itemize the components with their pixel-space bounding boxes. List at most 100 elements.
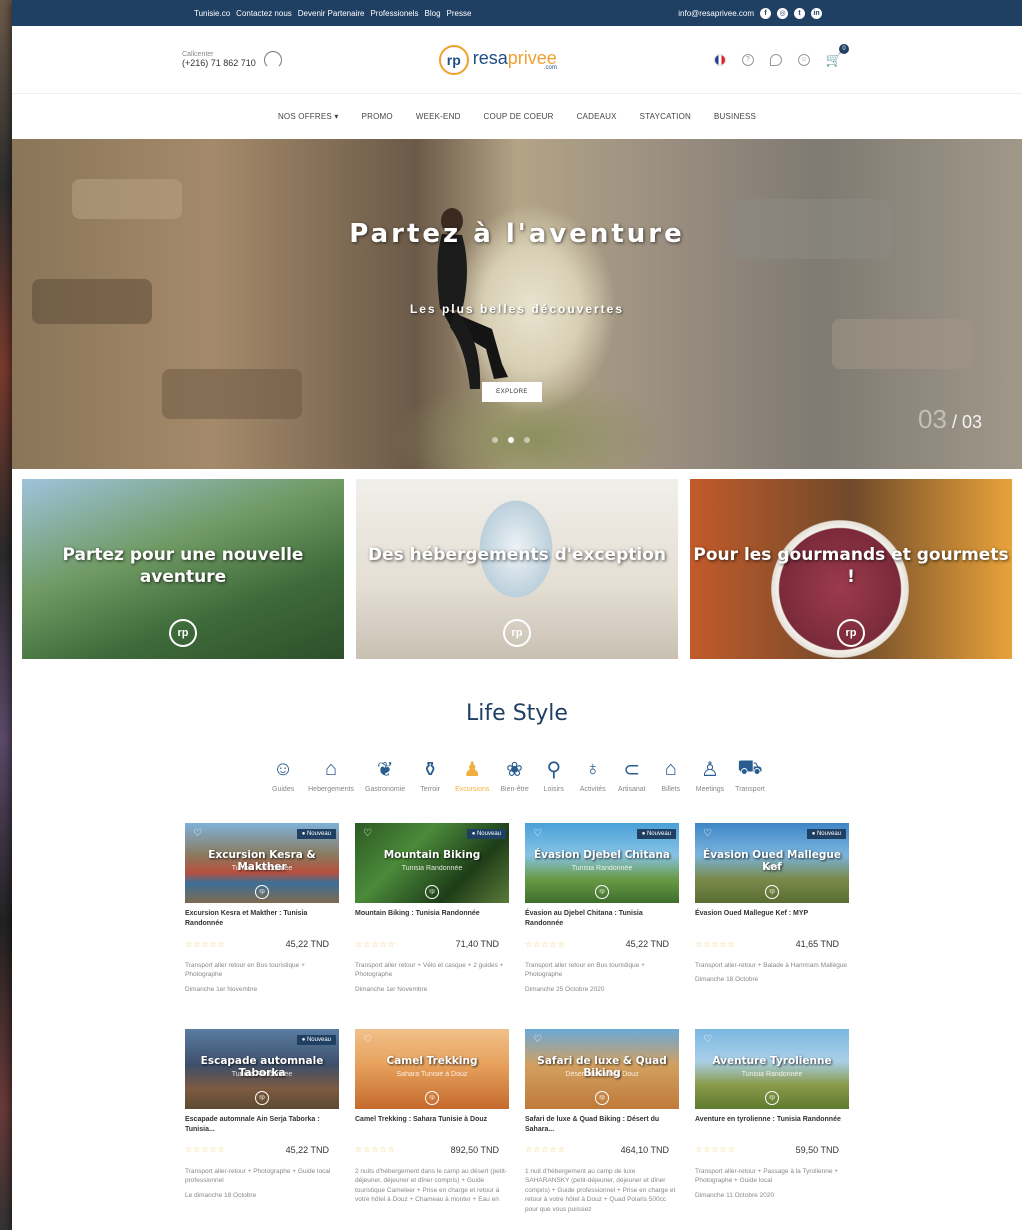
product-meta: ☆☆☆☆☆ 59,50 TND <box>695 1145 849 1155</box>
heart-icon[interactable]: ♡ <box>533 1034 542 1045</box>
nav-nos-offres[interactable]: NOS OFFRES ▾ <box>278 112 339 121</box>
product-card[interactable]: ● Nouveau ♡ Excursion Kesra & Makther Tu… <box>185 823 339 993</box>
product-name[interactable]: Mountain Biking : Tunisia Randonnée <box>355 909 509 929</box>
product-card[interactable]: ● Nouveau ♡ Évasion Oued Mallegue Kef MY… <box>695 823 849 993</box>
product-thumb-title: Aventure Tyrolienne <box>712 1054 832 1067</box>
product-description: Transport aller-retour + Photographe + G… <box>185 1167 331 1185</box>
category-activites[interactable]: ♁ Activités <box>579 756 607 794</box>
user-icon[interactable]: ☺ <box>797 53 810 66</box>
promo-title: Partez pour une nouvelle aventure <box>62 545 304 588</box>
category-guides[interactable]: ☺ Guides <box>269 756 297 794</box>
category-loisirs[interactable]: ⚲ Loisirs <box>540 756 568 794</box>
product-card[interactable]: ● Nouveau ♡ Évasion Djebel Chitana Tunis… <box>525 823 679 993</box>
product-name[interactable]: Évasion au Djebel Chitana : Tunisia Rand… <box>525 909 679 929</box>
product-description: 2 nuits d'hébergement dans le camp au dé… <box>355 1167 507 1204</box>
ticket-icon: ⌂ <box>664 757 677 780</box>
contact-email[interactable]: info@resaprivee.com <box>678 9 754 18</box>
heart-icon[interactable]: ♡ <box>193 828 202 839</box>
linkedin-icon[interactable]: in <box>811 7 822 19</box>
slide-dot[interactable] <box>524 437 530 443</box>
category-billets[interactable]: ⌂ Billets <box>657 756 685 794</box>
cart-icon[interactable]: 🛒 0 <box>826 43 849 68</box>
product-meta: ☆☆☆☆☆ 464,10 TND <box>525 1145 679 1155</box>
rating-stars: ☆☆☆☆☆ <box>355 1145 396 1155</box>
promo-badge: rp <box>503 619 531 647</box>
heart-icon[interactable]: ♡ <box>363 1034 372 1045</box>
product-name[interactable]: Excursion Kesra et Makther : Tunisia Ran… <box>185 909 339 929</box>
site-logo[interactable]: rp resaprivee .com <box>438 44 557 75</box>
product-card[interactable]: ♡ Camel Trekking Sahara Tunisie à Douz r… <box>355 1028 509 1214</box>
help-icon[interactable]: ? <box>741 53 754 66</box>
twitter-icon[interactable]: t <box>794 7 805 19</box>
search-icon[interactable] <box>769 53 782 66</box>
heart-icon[interactable]: ♡ <box>363 828 372 839</box>
heart-icon[interactable]: ♡ <box>533 828 542 839</box>
top-right: info@resaprivee.com f ◎ t in <box>678 7 822 19</box>
product-card[interactable]: ♡ Aventure Tyrolienne Tunisia Randonnée … <box>695 1028 849 1214</box>
product-name[interactable]: Escapade automnale Ain Serja Taborka : T… <box>185 1115 339 1135</box>
product-date: Dimanche 1er Novembre <box>355 985 428 993</box>
instagram-icon[interactable]: ◎ <box>777 7 788 19</box>
logo-mark: rp <box>438 44 469 75</box>
top-link-contact[interactable]: Contactez nous <box>236 9 292 18</box>
product-thumb-sub: Tunisia Randonnée <box>571 865 633 872</box>
product-name[interactable]: Aventure en tyrolienne : Tunisia Randonn… <box>695 1115 849 1135</box>
explore-button[interactable]: EXPLORE <box>482 382 542 402</box>
nav-week-end[interactable]: WEEK-END <box>416 112 461 121</box>
phone-number[interactable]: (+216) 71 862 710 <box>182 58 256 68</box>
hero-stone <box>72 179 182 219</box>
nav-promo[interactable]: PROMO <box>362 112 393 121</box>
product-card[interactable]: ● Nouveau Escapade automnale Taborka Tun… <box>185 1028 339 1214</box>
top-link-blog[interactable]: Blog <box>425 9 441 18</box>
jar-icon: ⚱ <box>421 758 439 781</box>
category-meetings[interactable]: ♙ Meetings <box>696 756 724 794</box>
category-label: Activités <box>579 786 606 793</box>
product-date: Dimanche 25 Octobre 2020 <box>525 985 605 993</box>
nav-cadeaux[interactable]: CADEAUX <box>577 112 617 121</box>
product-card[interactable]: ♡ Safari de luxe & Quad Biking Désert du… <box>525 1028 679 1214</box>
product-price: 71,40 TND <box>455 939 499 949</box>
category-terroir[interactable]: ⚱ Terroir <box>416 756 444 794</box>
category-hebergements[interactable]: ⌂ Hebergements <box>308 756 354 794</box>
top-link-tunisie[interactable]: Tunisie.co <box>194 9 230 18</box>
product-name[interactable]: Camel Trekking : Sahara Tunisie à Douz <box>355 1115 509 1135</box>
slide-dot[interactable] <box>492 437 498 443</box>
product-name[interactable]: Safari de luxe & Quad Biking : Désert du… <box>525 1115 679 1135</box>
rating-stars: ☆☆☆☆☆ <box>695 1145 736 1155</box>
category-label: Billets <box>661 786 681 793</box>
category-gastronomie[interactable]: ❦ Gastronomie <box>365 756 405 794</box>
heart-icon[interactable]: ♡ <box>703 1034 712 1045</box>
product-image: ● Nouveau ♡ Évasion Djebel Chitana Tunis… <box>525 823 679 903</box>
product-description: 1 nuit d'hébergement au camp de luxe SAH… <box>525 1167 676 1213</box>
product-thumb-sub: MYP <box>764 865 780 872</box>
callcenter: Callcenter (+216) 71 862 710 <box>182 50 282 69</box>
heart-icon[interactable]: ♡ <box>703 828 712 839</box>
product-name[interactable]: Évasion Oued Mallegue Kef : MYP <box>695 909 849 929</box>
nav-staycation[interactable]: STAYCATION <box>640 112 691 121</box>
promo-badge: rp <box>169 619 197 647</box>
product-thumb-sub: Sahara Tunisie à Douz <box>396 1070 468 1078</box>
new-badge: ● Nouveau <box>466 829 506 839</box>
facebook-icon[interactable]: f <box>760 7 771 19</box>
category-artisanat[interactable]: ⊂ Artisanat <box>618 756 646 794</box>
promo-hebergements[interactable]: Des hébergements d'exception rp <box>356 479 678 659</box>
promo-aventure[interactable]: Partez pour une nouvelle aventure rp <box>22 479 344 659</box>
rating-stars: ☆☆☆☆☆ <box>355 939 396 949</box>
category-label: Terroir <box>420 786 441 793</box>
product-date: Dimanche 11 Octobre 2020 <box>695 1191 775 1199</box>
category-transport[interactable]: ⛟ Transport <box>735 756 765 794</box>
category-bien-etre[interactable]: ❀ Bien-être <box>500 756 528 794</box>
top-link-pro[interactable]: Professionels <box>370 9 418 18</box>
top-link-partner[interactable]: Devenir Partenaire <box>298 9 365 18</box>
top-links: Tunisie.co Contactez nous Devenir Parten… <box>194 9 471 18</box>
category-excursions[interactable]: ♟ Excursions <box>455 756 489 794</box>
nav-coup-de-coeur[interactable]: COUP DE COEUR <box>484 112 554 121</box>
nav-business[interactable]: BUSINESS <box>714 112 756 121</box>
promo-gourmands[interactable]: Pour les gourmands et gourmets ! rp <box>690 479 1012 659</box>
top-link-press[interactable]: Presse <box>447 9 472 18</box>
guide-icon: ☺ <box>272 757 294 780</box>
slide-dot[interactable] <box>508 437 514 443</box>
french-flag-icon[interactable] <box>713 53 726 66</box>
product-card[interactable]: ● Nouveau ♡ Mountain Biking Tunisia Rand… <box>355 823 509 993</box>
product-description: Transport aller-retour + Balade à Hammam… <box>695 962 848 969</box>
